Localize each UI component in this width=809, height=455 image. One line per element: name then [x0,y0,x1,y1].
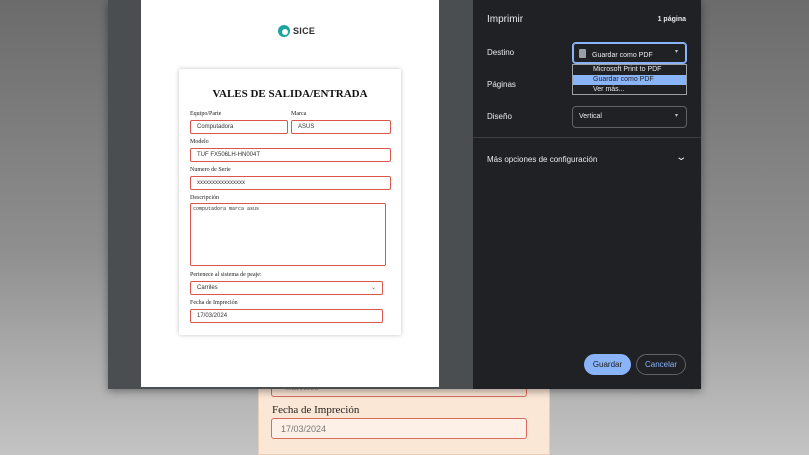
dropdown-option-microsoft-pdf[interactable]: Microsoft Print to PDF [573,65,686,75]
pages-label: Páginas [487,80,516,89]
print-settings-panel: Imprimir 1 página Destino Guardar como P… [473,0,701,389]
preview-page: SICE VALES DE SALIDA/ENTRADA Equipo/Part… [141,0,439,387]
background-date-input[interactable]: 17/03/2024 [271,418,527,439]
marca-field: ASUS [291,120,391,134]
layout-select[interactable]: Vertical ▾ [572,106,687,128]
sice-logo: SICE [278,25,315,37]
equipo-field: Computadora [190,120,288,134]
modelo-label: Modelo [190,139,209,145]
sistema-select-value: Carriles [197,285,218,291]
save-button[interactable]: Guardar [584,354,631,375]
sistema-select: Carriles ⌄ [190,281,383,295]
more-settings-toggle[interactable]: Más opciones de configuración [487,155,597,164]
destination-select[interactable]: Guardar como PDF ▾ [572,42,687,64]
background-date-label: Fecha de Impreción [272,404,360,416]
destination-dropdown: Microsoft Print to PDF Guardar como PDF … [572,64,687,95]
chevron-down-icon: ▾ [674,113,678,119]
equipo-label: Equipo/Parte [190,111,222,117]
print-preview-area: SICE VALES DE SALIDA/ENTRADA Equipo/Part… [108,0,473,389]
destination-value: Guardar como PDF [592,52,653,59]
fecha-label: Fecha de Impreción [190,300,238,306]
modelo-field: TUF FX506LH-HN004T [190,148,391,162]
chevron-down-icon[interactable]: ⌄ [675,152,687,163]
dialog-title: Imprimir [487,14,524,25]
cancel-button[interactable]: Cancelar [636,354,686,375]
dropdown-option-see-more[interactable]: Ver más... [573,85,686,95]
layout-label: Diseño [487,112,512,121]
print-dialog: SICE VALES DE SALIDA/ENTRADA Equipo/Part… [108,0,701,389]
sice-logo-icon [278,25,290,37]
descripcion-textarea: computadora marca asus [190,203,386,266]
chevron-down-icon: ▾ [674,49,678,55]
descripcion-label: Descripción [190,195,219,201]
voucher-form-card: VALES DE SALIDA/ENTRADA Equipo/Parte Com… [179,69,401,335]
chevron-down-icon: ⌄ [370,285,376,291]
layout-value: Vertical [579,113,602,120]
settings-divider [473,137,701,138]
serie-label: Numero de Serie [190,167,231,173]
logo-text: SICE [293,26,316,36]
file-icon [579,49,586,58]
sistema-label: Pertenece al sistema de peaje: [190,272,262,278]
serie-field: xxxxxxxxxxxxxxxx [190,176,391,190]
destination-label: Destino [487,48,515,57]
form-title: VALES DE SALIDA/ENTRADA [212,88,368,100]
page-count: 1 página [657,16,686,23]
dropdown-option-save-pdf[interactable]: Guardar como PDF [573,75,686,85]
marca-label: Marca [291,111,307,117]
fecha-field: 17/03/2024 [190,309,383,323]
